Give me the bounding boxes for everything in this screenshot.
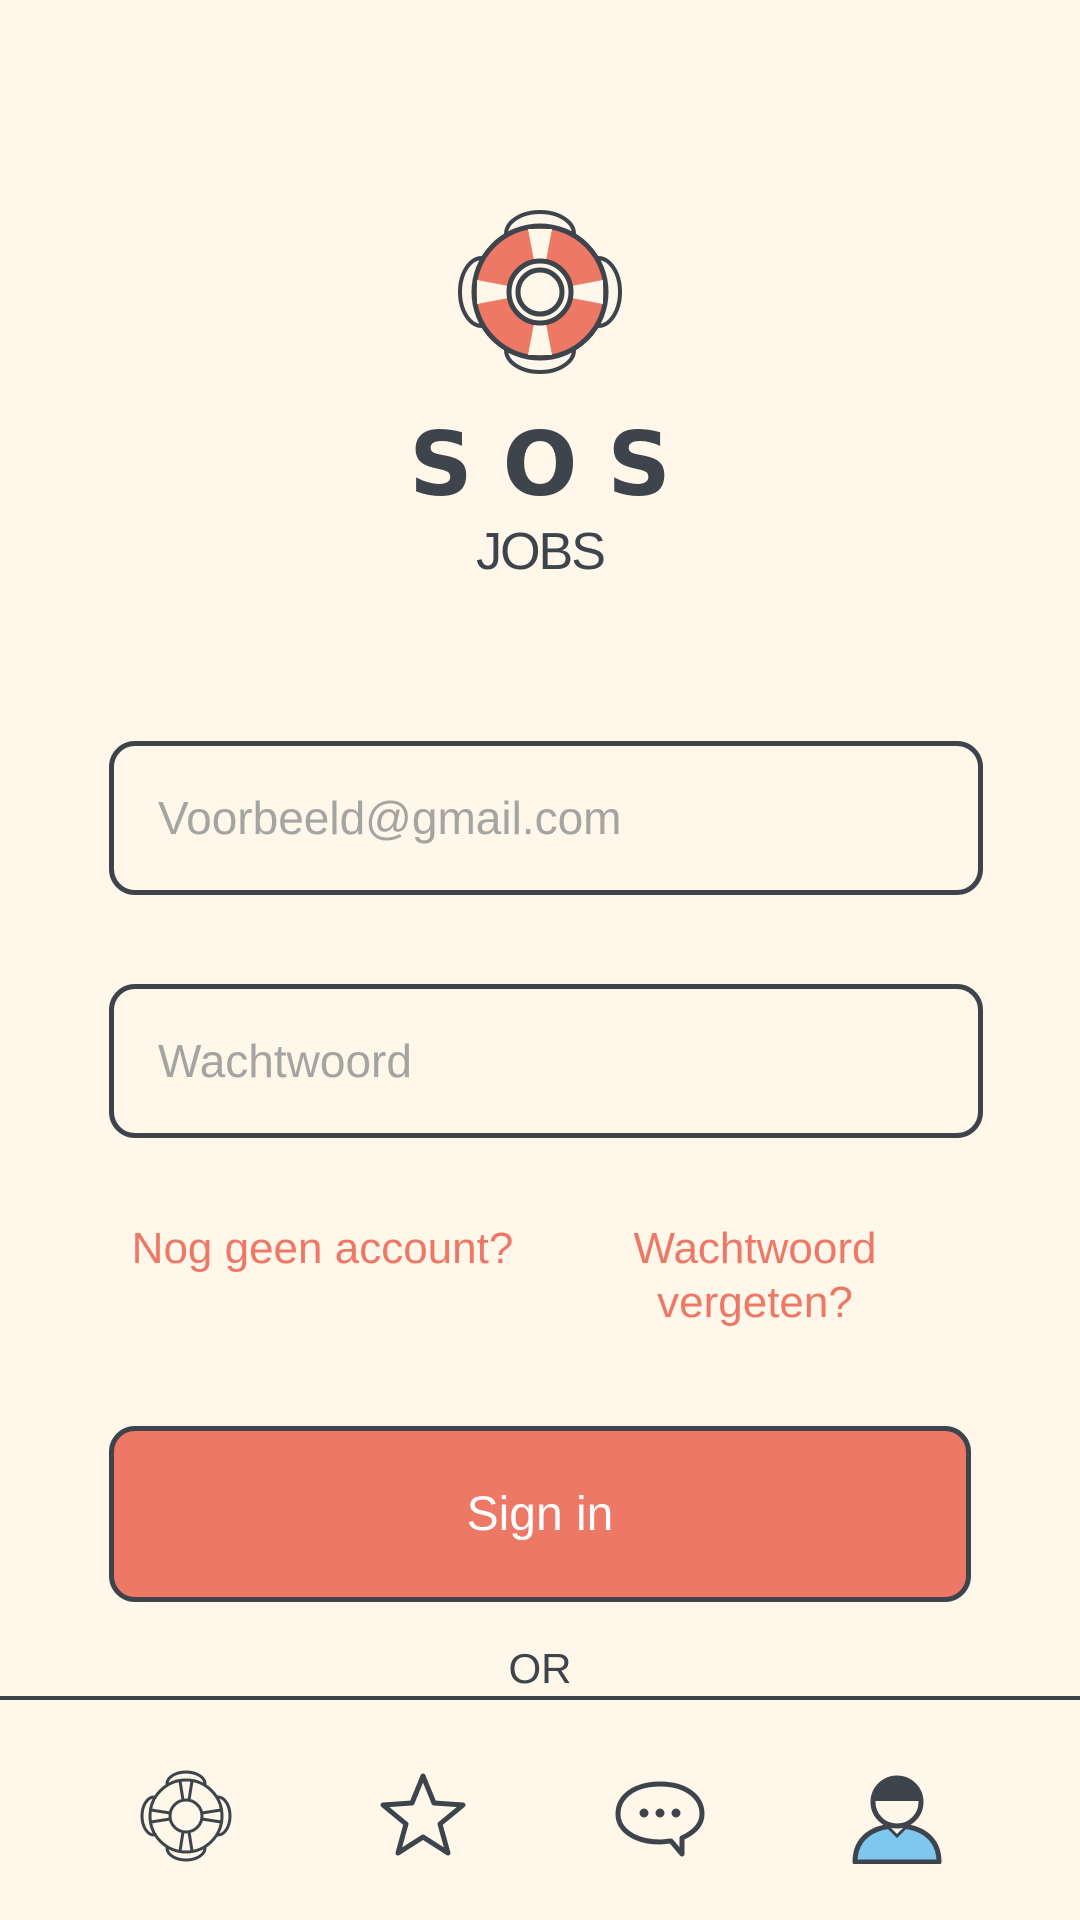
nav-item-profile[interactable] <box>847 1766 947 1866</box>
password-input[interactable] <box>109 984 983 1138</box>
star-icon <box>380 1773 466 1856</box>
nav-item-messages[interactable] <box>610 1766 710 1866</box>
app-title: SOS <box>409 413 701 516</box>
nav-item-favorites[interactable] <box>373 1766 473 1866</box>
sign-in-label: Sign in <box>466 1487 614 1541</box>
email-input[interactable] <box>109 741 983 895</box>
bottom-navigation <box>0 1700 1080 1920</box>
lifebuoy-logo-icon <box>458 210 622 374</box>
nav-item-home[interactable] <box>136 1766 236 1866</box>
app-subtitle: JOBS <box>476 523 606 581</box>
register-link[interactable]: Nog geen account? <box>120 1222 525 1276</box>
or-separator-label: OR <box>508 1645 572 1692</box>
user-profile-icon <box>852 1775 942 1864</box>
forgot-password-link[interactable]: Wachtwoord vergeten? <box>600 1222 910 1330</box>
sign-in-button[interactable]: Sign in <box>109 1426 971 1602</box>
lifebuoy-icon <box>140 1770 232 1862</box>
chat-bubble-icon <box>615 1781 705 1857</box>
